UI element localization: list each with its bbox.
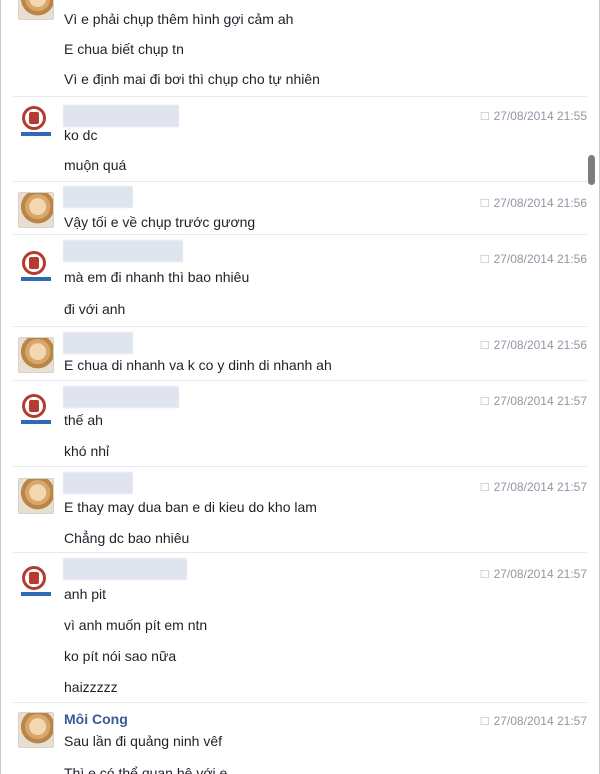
- chat-conversation: Vì e phải chụp thêm hình gợi cảm ah E ch…: [1, 0, 587, 774]
- sender-name-redacted: [63, 332, 133, 354]
- message-divider: [13, 380, 587, 381]
- message-line: ko pít nói sao nữa: [64, 648, 177, 664]
- message-line: haizzzzz: [64, 679, 118, 695]
- timestamp: ☐ 27/08/2014 21:57: [479, 480, 587, 494]
- message-divider: [13, 552, 587, 553]
- sender-name-redacted: [63, 472, 133, 494]
- photo-avatar[interactable]: [18, 192, 54, 228]
- sender-name-redacted: [63, 186, 133, 208]
- logo-avatar[interactable]: [18, 105, 54, 141]
- message-line: Chẳng dc bao nhiêu: [64, 530, 190, 546]
- message-icon: ☐: [479, 198, 490, 210]
- message-divider: [13, 466, 587, 467]
- message-line: muộn quá: [64, 157, 127, 173]
- message-divider: [13, 326, 587, 327]
- message-line: vì anh muốn pít em ntn: [64, 617, 208, 633]
- photo-avatar[interactable]: [18, 712, 54, 748]
- timestamp: ☐ 27/08/2014 21:56: [479, 252, 587, 266]
- message-icon: ☐: [479, 254, 490, 266]
- message-line: E chua biết chụp tn: [64, 41, 184, 57]
- message-divider: [13, 96, 587, 97]
- message-line: Vậy tối e về chụp trước gương: [64, 214, 256, 230]
- message-icon: ☐: [479, 396, 490, 408]
- scrollbar-thumb[interactable]: [588, 155, 595, 185]
- message-line: anh pit: [64, 586, 107, 602]
- timestamp: ☐ 27/08/2014 21:57: [479, 567, 587, 581]
- sender-name-redacted: [63, 240, 183, 262]
- sender-name[interactable]: Môi Cong: [64, 711, 128, 727]
- message-icon: ☐: [479, 569, 490, 581]
- message-icon: ☐: [479, 716, 490, 728]
- message-line-cutoff: Thì e có thể quan hệ với e: [64, 765, 228, 774]
- sender-name-redacted: [63, 105, 179, 127]
- sender-name-redacted: [63, 558, 187, 580]
- message-line: khó nhỉ: [64, 443, 110, 459]
- message-line: ko dc: [64, 127, 98, 143]
- timestamp: ☐ 27/08/2014 21:56: [479, 338, 587, 352]
- timestamp: ☐ 27/08/2014 21:57: [479, 714, 587, 728]
- logo-avatar[interactable]: [18, 565, 54, 601]
- message-line: Sau lần đi quảng ninh vêf: [64, 733, 223, 749]
- message-icon: ☐: [479, 482, 490, 494]
- message-line: Vì e định mai đi bơi thì chụp cho tự nhi…: [64, 71, 320, 87]
- timestamp: ☐ 27/08/2014 21:55: [479, 109, 587, 123]
- message-line: đi với anh: [64, 301, 126, 317]
- chat-scrollbar[interactable]: [586, 0, 598, 774]
- logo-avatar[interactable]: [18, 393, 54, 429]
- message-line: mà em đi nhanh thì bao nhiêu: [64, 269, 250, 285]
- message-icon: ☐: [479, 111, 490, 123]
- timestamp: ☐ 27/08/2014 21:56: [479, 196, 587, 210]
- message-divider: [13, 702, 587, 703]
- photo-avatar[interactable]: [18, 337, 54, 373]
- logo-avatar[interactable]: [18, 250, 54, 286]
- photo-avatar[interactable]: [18, 478, 54, 514]
- message-line: E thay may dua ban e di kieu do kho lam: [64, 499, 317, 515]
- message-divider: [13, 234, 587, 235]
- photo-avatar[interactable]: [18, 0, 54, 20]
- message-icon: ☐: [479, 340, 490, 352]
- message-divider: [13, 181, 587, 182]
- message-line: Vì e phải chụp thêm hình gợi cảm ah: [64, 11, 294, 27]
- timestamp: ☐ 27/08/2014 21:57: [479, 394, 587, 408]
- message-line: thế ah: [64, 412, 103, 428]
- message-line: E chua di nhanh va k co y dinh di nhanh …: [64, 357, 332, 373]
- sender-name-redacted: [63, 386, 179, 408]
